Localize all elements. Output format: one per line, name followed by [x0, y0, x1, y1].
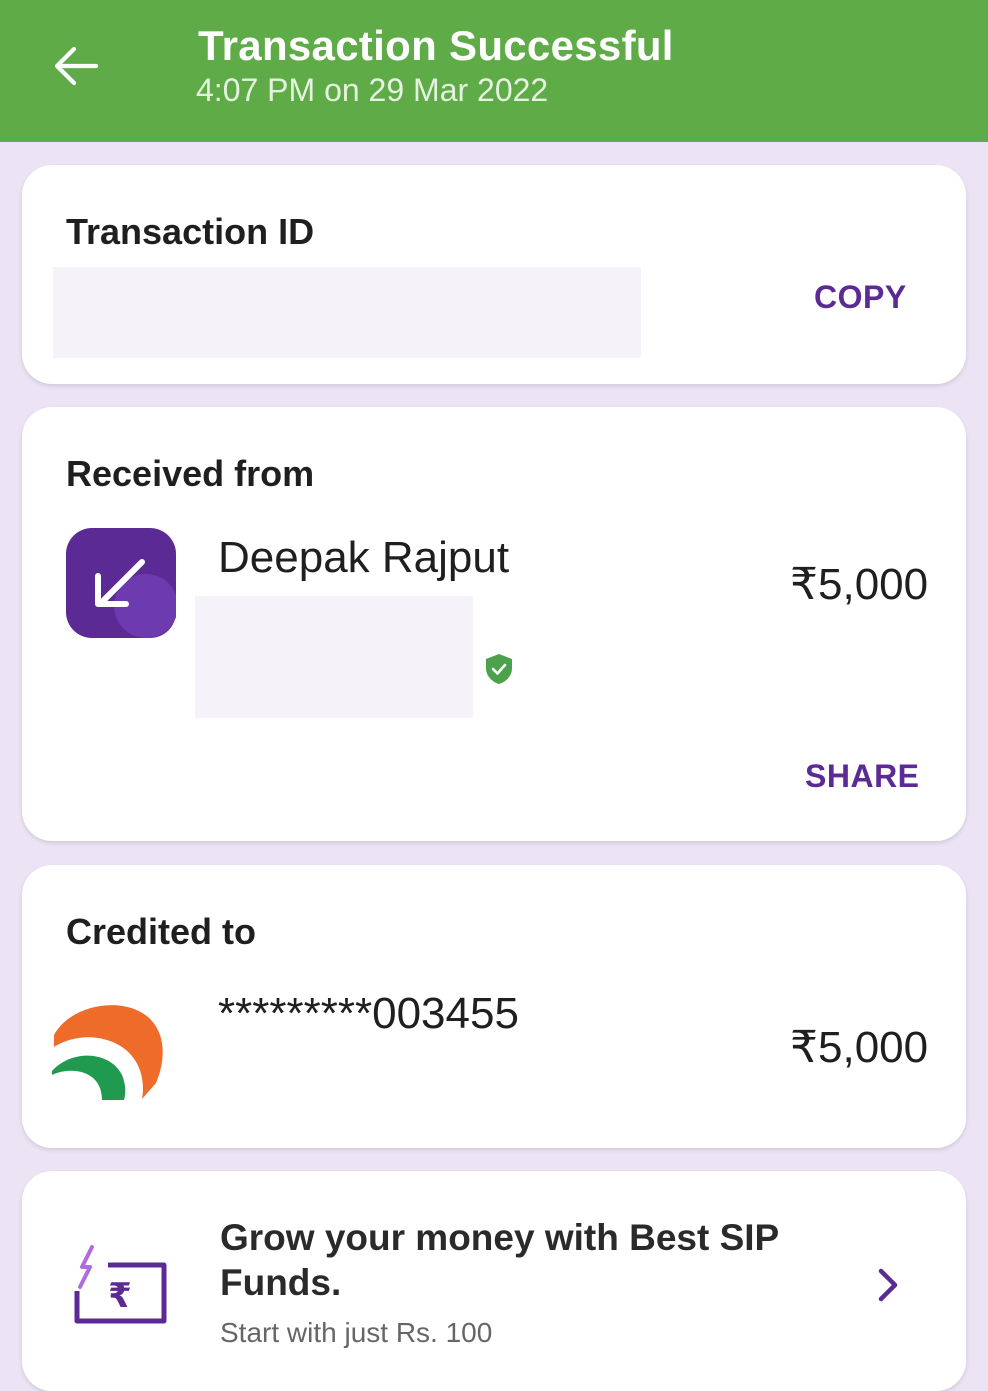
page-title: Transaction Successful	[198, 22, 674, 69]
transaction-id-label: Transaction ID	[66, 211, 315, 252]
back-arrow-icon[interactable]	[52, 44, 100, 88]
transaction-id-card: Transaction ID COPY	[22, 165, 966, 384]
credited-account-number: *********003455	[218, 989, 519, 1038]
transaction-id-value	[53, 267, 641, 358]
svg-text:₹: ₹	[108, 1276, 132, 1316]
promo-subtitle: Start with just Rs. 100	[220, 1317, 493, 1348]
chevron-right-icon[interactable]	[876, 1267, 900, 1303]
credited-amount: ₹5,000	[790, 1023, 929, 1072]
copy-button[interactable]: COPY	[814, 279, 907, 316]
sip-rupee-icon: ₹	[74, 1245, 167, 1324]
transaction-timestamp: 4:07 PM on 29 Mar 2022	[196, 72, 549, 108]
promo-title: Grow your money with Best SIP Funds.	[220, 1217, 779, 1303]
received-from-card: Received from Deepak Rajput ₹5,000 SHARE	[22, 407, 966, 841]
arrow-down-left-icon	[66, 528, 176, 638]
share-button[interactable]: SHARE	[805, 758, 920, 795]
top-app-bar: Transaction Successful 4:07 PM on 29 Mar…	[0, 0, 988, 142]
received-amount: ₹5,000	[790, 560, 929, 609]
credited-to-label: Credited to	[66, 911, 257, 952]
sender-name: Deepak Rajput	[218, 533, 510, 582]
sip-promo-card[interactable]: ₹ Grow your money with Best SIP Funds. S…	[22, 1171, 966, 1391]
credited-to-card: Credited to *********003455 ₹5,000	[22, 865, 966, 1148]
bank-logo-icon	[52, 1005, 163, 1100]
verified-shield-icon	[486, 654, 512, 684]
sender-details	[195, 596, 473, 718]
received-from-label: Received from	[66, 453, 315, 494]
